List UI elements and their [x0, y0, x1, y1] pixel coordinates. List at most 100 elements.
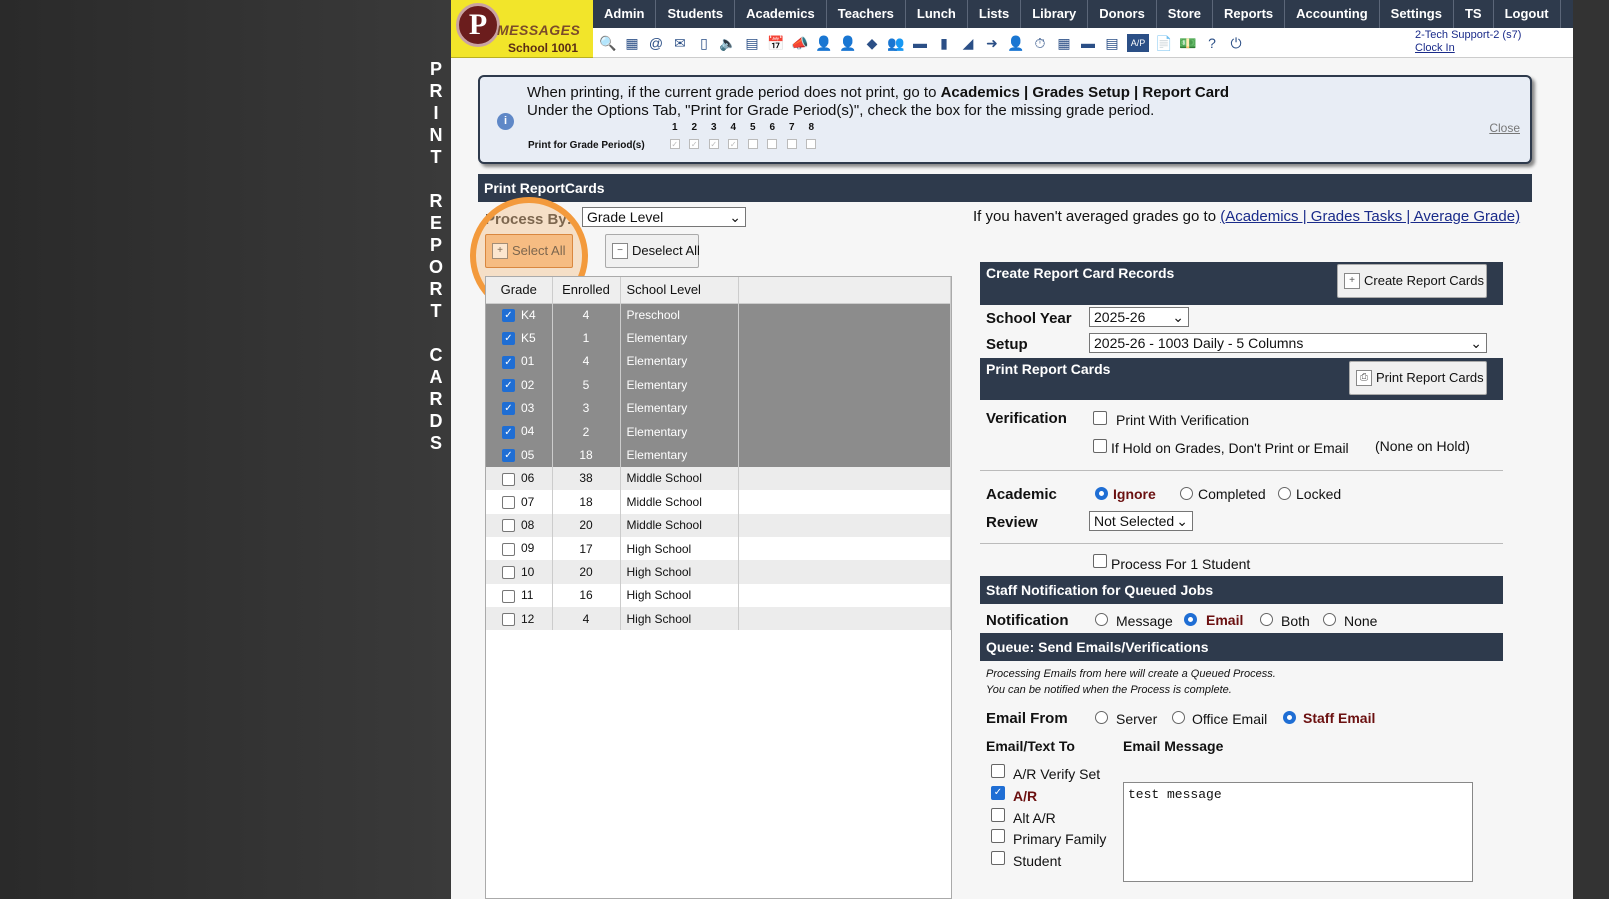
toolbar-icon[interactable]: 🔈: [719, 34, 737, 52]
toolbar-icon[interactable]: 👥: [887, 34, 905, 52]
toolbar-icon[interactable]: ✉: [671, 34, 689, 52]
table-row[interactable]: ✓ 03 3 Elementary: [486, 396, 951, 420]
grade-checkbox[interactable]: ✓: [502, 355, 515, 369]
toolbar-icon[interactable]: ▤: [1103, 34, 1121, 52]
toolbar-icon[interactable]: ⏱: [1031, 34, 1049, 52]
toolbar-icon[interactable]: ➜: [983, 34, 1001, 52]
print-report-cards-button[interactable]: ⎙ Print Report Cards: [1349, 361, 1487, 395]
table-row[interactable]: 11 16 High School: [486, 583, 951, 608]
review-select[interactable]: Not Selected ⌄: [1089, 511, 1193, 531]
email-from-office-radio[interactable]: [1172, 711, 1185, 724]
toolbar-icon[interactable]: ◆: [863, 34, 881, 52]
toolbar-icon[interactable]: 📅: [767, 34, 785, 52]
toolbar-icon[interactable]: 🔍: [599, 34, 617, 52]
toolbar-icon[interactable]: ▬: [1079, 34, 1097, 52]
grade-checkbox[interactable]: ✓: [502, 402, 515, 416]
column-header[interactable]: School Level: [620, 277, 739, 304]
print-with-verification-checkbox[interactable]: [1093, 411, 1107, 425]
nav-donors[interactable]: Donors: [1088, 0, 1157, 28]
process-by-select[interactable]: Grade Level ⌄: [582, 207, 746, 227]
table-row[interactable]: 09 17 High School: [486, 536, 951, 561]
nav-reports[interactable]: Reports: [1213, 0, 1286, 28]
hold-on-grades-checkbox[interactable]: [1093, 439, 1107, 453]
column-header[interactable]: Grade: [486, 277, 553, 304]
ar-checkbox[interactable]: ✓: [991, 786, 1005, 800]
grade-checkbox[interactable]: [502, 566, 515, 580]
grade-checkbox[interactable]: ✓: [502, 309, 515, 323]
nav-academics[interactable]: Academics: [735, 0, 827, 28]
email-message-textarea[interactable]: test message: [1123, 782, 1473, 882]
setup-select[interactable]: 2025-26 - 1003 Daily - 5 Columns ⌄: [1089, 333, 1487, 353]
toolbar-icon[interactable]: 👤: [839, 34, 857, 52]
nav-students[interactable]: Students: [656, 0, 736, 28]
toolbar-icon[interactable]: @: [647, 34, 665, 52]
nav-settings[interactable]: Settings: [1380, 0, 1454, 28]
nav-accounting[interactable]: Accounting: [1285, 0, 1380, 28]
toolbar-icon[interactable]: ?: [1203, 34, 1221, 52]
grade-checkbox[interactable]: [502, 612, 515, 626]
toolbar-icon[interactable]: ▤: [743, 34, 761, 52]
clock-in-link[interactable]: Clock In: [1415, 42, 1521, 55]
nav-lists[interactable]: Lists: [968, 0, 1022, 28]
alt-ar-checkbox[interactable]: [991, 808, 1005, 822]
create-report-cards-button[interactable]: + Create Report Cards: [1337, 264, 1487, 298]
student-checkbox[interactable]: [991, 851, 1005, 865]
grade-checkbox[interactable]: [502, 542, 515, 556]
logo[interactable]: P MESSAGES School 1001: [451, 0, 593, 58]
academic-completed-radio[interactable]: [1180, 487, 1193, 500]
table-row[interactable]: ✓ 02 5 Elementary: [486, 373, 951, 397]
notify-none-radio[interactable]: [1323, 613, 1336, 626]
ar-verify-set-checkbox[interactable]: [991, 764, 1005, 778]
nav-logout[interactable]: Logout: [1494, 0, 1561, 28]
toolbar-icon[interactable]: 💵: [1179, 34, 1197, 52]
notify-message-radio[interactable]: [1095, 613, 1108, 626]
nav-admin[interactable]: Admin: [593, 0, 657, 28]
grade-checkbox[interactable]: ✓: [502, 449, 515, 463]
academic-ignore-radio[interactable]: [1095, 487, 1108, 500]
toolbar-icon[interactable]: ▦: [1055, 34, 1073, 52]
academic-locked-radio[interactable]: [1278, 487, 1291, 500]
email-from-staff-radio[interactable]: [1283, 711, 1296, 724]
table-row[interactable]: 07 18 Middle School: [486, 490, 951, 514]
table-row[interactable]: 10 20 High School: [486, 560, 951, 584]
toolbar-icon[interactable]: A/P: [1127, 33, 1149, 52]
school-year-select[interactable]: 2025-26 ⌄: [1089, 307, 1189, 327]
close-link[interactable]: Close: [1489, 121, 1520, 135]
table-row[interactable]: 12 4 High School: [486, 607, 951, 631]
nav-teachers[interactable]: Teachers: [827, 0, 906, 28]
grade-checkbox[interactable]: [502, 495, 515, 509]
table-row[interactable]: 08 20 Middle School: [486, 513, 951, 537]
toolbar-icon[interactable]: 👤: [815, 34, 833, 52]
notify-email-radio[interactable]: [1184, 613, 1197, 626]
table-row[interactable]: ✓ 04 2 Elementary: [486, 419, 951, 444]
table-row[interactable]: ✓ 01 4 Elementary: [486, 349, 951, 374]
table-row[interactable]: ✓ K5 1 Elementary: [486, 326, 951, 350]
grade-checkbox[interactable]: [502, 589, 515, 603]
table-row[interactable]: ✓ 05 18 Elementary: [486, 443, 951, 467]
column-header[interactable]: Enrolled: [552, 277, 621, 304]
table-row[interactable]: 06 38 Middle School: [486, 466, 951, 491]
grade-checkbox[interactable]: [502, 472, 515, 486]
nav-library[interactable]: Library: [1021, 0, 1089, 28]
notify-both-radio[interactable]: [1260, 613, 1273, 626]
toolbar-icon[interactable]: ◢: [959, 34, 977, 52]
select-all-button[interactable]: + Select All: [485, 234, 573, 268]
average-grade-link[interactable]: (Academics | Grades Tasks | Average Grad…: [1220, 208, 1520, 225]
nav-lunch[interactable]: Lunch: [906, 0, 968, 28]
toolbar-icon[interactable]: 📣: [791, 34, 809, 52]
grade-checkbox[interactable]: ✓: [502, 379, 515, 393]
toolbar-icon[interactable]: ▯: [695, 34, 713, 52]
nav-ts[interactable]: TS: [1454, 0, 1494, 28]
toolbar-icon[interactable]: ▮: [935, 34, 953, 52]
toolbar-icon[interactable]: 📄: [1155, 34, 1173, 52]
toolbar-icon[interactable]: ⏻: [1227, 34, 1245, 52]
toolbar-icon[interactable]: 👤: [1007, 34, 1025, 52]
primary-family-checkbox[interactable]: [991, 829, 1005, 843]
deselect-all-button[interactable]: − Deselect All: [605, 234, 700, 268]
email-from-server-radio[interactable]: [1095, 711, 1108, 724]
table-row[interactable]: ✓ K4 4 Preschool: [486, 303, 951, 327]
grade-checkbox[interactable]: [502, 519, 515, 533]
process-one-student-checkbox[interactable]: [1093, 554, 1107, 568]
grade-checkbox[interactable]: ✓: [502, 425, 515, 439]
toolbar-icon[interactable]: ▬: [911, 34, 929, 52]
